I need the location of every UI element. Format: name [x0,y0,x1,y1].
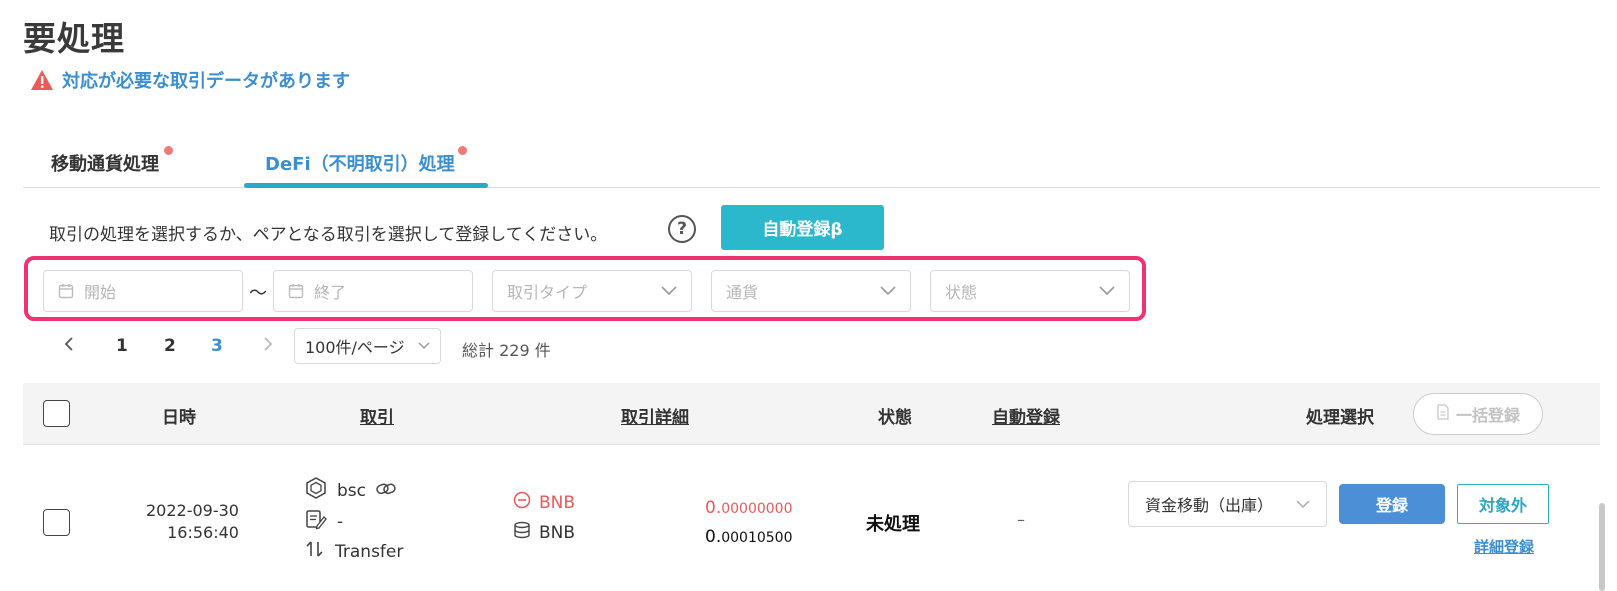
range-separator: 〜 [249,283,267,304]
minus-circle-icon [513,491,531,514]
link-icon[interactable] [376,481,396,501]
chevron-down-icon [661,286,677,296]
tx-type-line: Transfer [305,539,403,564]
total-count: 総計 229 件 [462,341,551,360]
note-edit-icon[interactable] [305,508,327,535]
end-date-input[interactable]: 終了 [273,270,473,312]
per-page-select[interactable]: 100件/ページ [294,328,441,364]
chevron-down-icon [418,342,430,350]
outflow-amount-dec: 00000000 [721,501,793,517]
outflow-currency: BNB [539,492,576,513]
auto-register-button[interactable]: 自動登録β [721,205,884,250]
header-detail[interactable]: 取引詳細 [621,403,689,428]
notification-dot [457,146,467,155]
tx-type: Transfer [335,541,404,562]
select-all-checkbox[interactable] [43,400,70,427]
action-select[interactable]: 資金移動（出庫） [1128,481,1327,527]
detail-register-link[interactable]: 詳細登録 [1474,536,1534,557]
warning-icon [30,69,54,91]
header-auto-register[interactable]: 自動登録 [992,403,1060,428]
chevron-down-icon [880,286,896,296]
page-2[interactable]: 2 [164,336,176,356]
notification-dot [164,146,173,155]
header-status: 状態 [878,408,912,428]
type-placeholder: 取引タイプ [507,283,588,302]
fee-amount-dec: 00010500 [721,530,793,546]
calendar-icon [58,283,74,299]
start-date-input[interactable]: 開始 [43,270,243,312]
chain-line: bsc [305,477,396,504]
coins-icon [513,521,531,544]
tab-transfer-processing[interactable]: 移動通貨処理 [51,146,173,176]
bulk-register-label: 一括登録 [1455,406,1520,425]
per-page-value: 100件/ページ [305,338,405,357]
prev-page-button[interactable] [64,336,74,356]
chevron-down-icon [1099,286,1115,296]
outflow-line: BNB [513,491,575,514]
transfer-arrows-icon [305,539,325,564]
memo-text: - [337,511,344,532]
bulk-register-button[interactable]: 一括登録 [1413,393,1543,435]
calendar-icon [288,283,304,299]
page-title: 要処理 [23,19,125,58]
document-icon [1436,404,1450,424]
chain-name: bsc [337,480,366,501]
fee-currency: BNB [539,522,576,543]
alert-banner: 対応が必要な取引データがあります [30,67,350,93]
page-3[interactable]: 3 [211,336,223,356]
fee-amount-int: 0. [705,527,722,547]
next-page-button[interactable] [263,336,273,356]
memo-line: - [305,508,343,535]
currency-placeholder: 通貨 [726,283,759,302]
status-placeholder: 状態 [945,283,978,302]
status-select[interactable]: 状態 [930,270,1130,312]
blockchain-icon [305,477,327,504]
chevron-down-icon [1296,499,1310,509]
register-button[interactable]: 登録 [1339,484,1445,524]
scrollbar-thumb[interactable] [1599,503,1605,591]
help-icon[interactable]: ? [668,215,696,243]
row-datetime: 2022-09-30 16:56:40 [146,500,239,544]
row-date: 2022-09-30 [146,501,239,520]
currency-select[interactable]: 通貨 [711,270,911,312]
action-select-value: 資金移動（出庫） [1145,496,1274,515]
fee-line: BNB [513,521,575,544]
row-checkbox[interactable] [43,509,70,536]
start-date-placeholder: 開始 [84,283,117,302]
alert-text: 対応が必要な取引データがあります [62,71,350,92]
tab-bar: 移動通貨処理 DeFi（不明取引）処理 [23,140,1600,188]
outflow-amount-int: 0. [705,498,722,518]
row-auto-register: – [1017,510,1025,529]
outflow-amount: 0.00000000 [705,498,793,518]
tab-label: DeFi（不明取引）処理 [265,154,455,175]
header-transaction[interactable]: 取引 [360,403,394,428]
exclude-button[interactable]: 対象外 [1457,484,1549,524]
page-1[interactable]: 1 [116,336,128,356]
tab-label: 移動通貨処理 [51,154,159,175]
header-datetime: 日時 [162,408,196,428]
row-time: 16:56:40 [167,523,239,542]
instruction-text: 取引の処理を選択するか、ペアとなる取引を選択して登録してください。 [49,225,608,245]
row-status: 未処理 [866,514,920,535]
active-tab-indicator [244,183,488,188]
fee-amount: 0.00010500 [705,527,793,547]
end-date-placeholder: 終了 [314,283,347,302]
transaction-type-select[interactable]: 取引タイプ [492,270,692,312]
header-action-select: 処理選択 [1306,408,1374,428]
tab-defi-processing[interactable]: DeFi（不明取引）処理 [265,146,467,176]
